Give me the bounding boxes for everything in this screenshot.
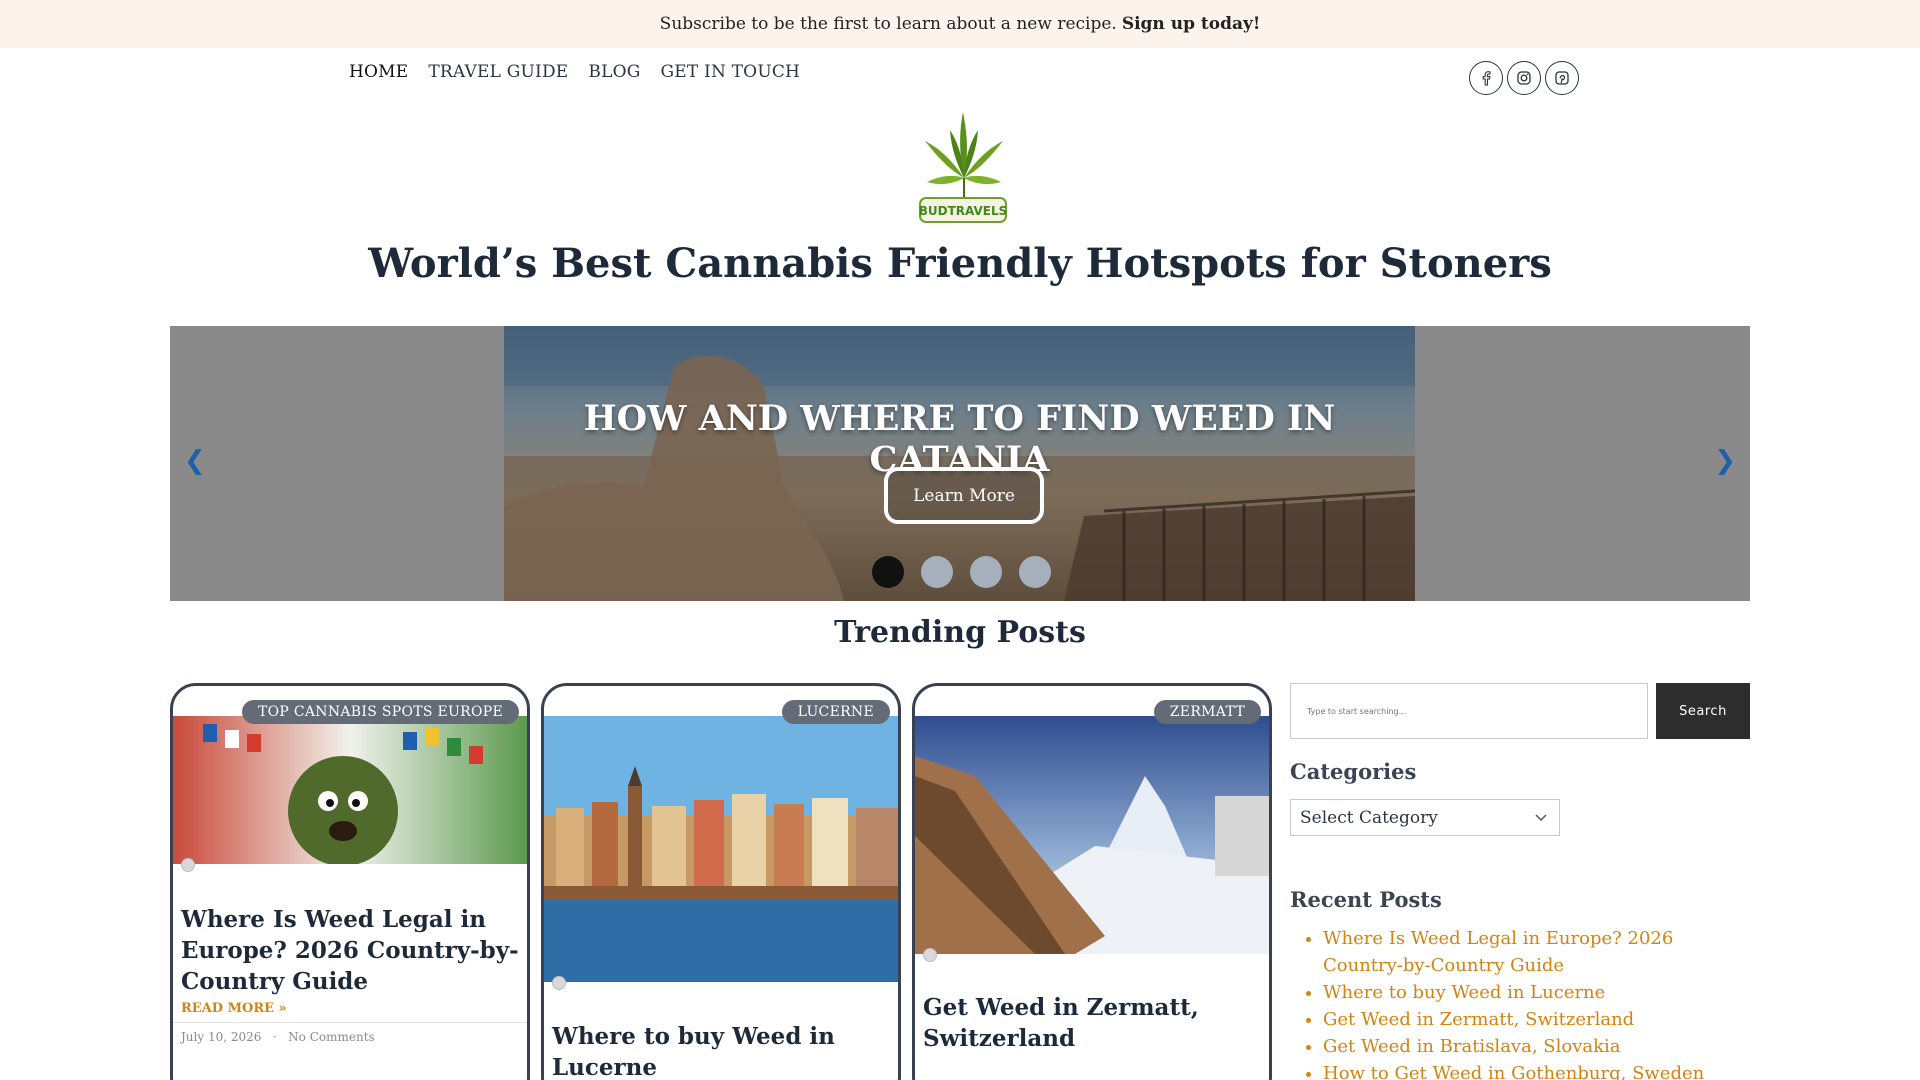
- category-badge[interactable]: TOP CANNABIS SPOTS EUROPE: [241, 700, 519, 724]
- pinterest-icon[interactable]: [1545, 61, 1579, 95]
- author-avatar[interactable]: [181, 858, 195, 872]
- search-button[interactable]: Search: [1656, 683, 1750, 739]
- chevron-down-icon: [1535, 814, 1547, 822]
- recent-post-link[interactable]: How to Get Weed in Gothenburg, Sweden: [1323, 1063, 1704, 1080]
- recent-post-item[interactable]: Get Weed in Zermatt, Switzerland: [1323, 1006, 1753, 1033]
- slider-next-icon[interactable]: ❯: [1714, 446, 1736, 476]
- slider-dot-2[interactable]: [921, 556, 953, 588]
- post-card[interactable]: TOP CANNABIS SPOTS EUROPE Where Is Weed …: [170, 683, 530, 1080]
- post-comments[interactable]: No Comments: [288, 1030, 375, 1044]
- main-nav: HOME TRAVEL GUIDE BLOG GET IN TOUCH: [349, 62, 800, 82]
- trending-heading: Trending Posts: [834, 615, 1086, 650]
- recent-post-item[interactable]: Where Is Weed Legal in Europe? 2026 Coun…: [1323, 925, 1753, 979]
- site-logo[interactable]: BUDTRAVELS: [917, 108, 1009, 232]
- post-image: [915, 716, 1269, 954]
- instagram-icon[interactable]: [1507, 61, 1541, 95]
- post-meta: July 10, 2026 · No Comments: [181, 1030, 375, 1044]
- category-badge[interactable]: ZERMATT: [1153, 700, 1261, 724]
- card-divider: [173, 1022, 527, 1023]
- recent-post-item[interactable]: Where to buy Weed in Lucerne: [1323, 979, 1753, 1006]
- site-title: World’s Best Cannabis Friendly Hotspots …: [368, 240, 1552, 287]
- recent-post-link[interactable]: Get Weed in Bratislava, Slovakia: [1323, 1036, 1620, 1057]
- announcement-bar: Subscribe to be the first to learn about…: [0, 0, 1920, 48]
- author-avatar[interactable]: [552, 976, 566, 990]
- search-input[interactable]: [1290, 683, 1648, 739]
- category-badge[interactable]: LUCERNE: [781, 700, 890, 724]
- post-image: [173, 716, 527, 864]
- nav-item-blog[interactable]: BLOG: [588, 62, 640, 82]
- recent-post-item[interactable]: Get Weed in Bratislava, Slovakia: [1323, 1033, 1753, 1060]
- post-title[interactable]: Get Weed in Zermatt, Switzerland: [923, 992, 1263, 1054]
- post-card[interactable]: LUCERNE Where to buy Weed in Lucerne: [541, 683, 901, 1080]
- post-title[interactable]: Where Is Weed Legal in Europe? 2026 Coun…: [181, 904, 521, 997]
- category-select[interactable]: Select Category: [1290, 799, 1560, 836]
- slide-image: HOW AND WHERE TO FIND WEED IN CATANIA Le…: [504, 326, 1415, 601]
- read-more-link[interactable]: READ MORE »: [181, 1001, 287, 1016]
- slider-dot-4[interactable]: [1019, 556, 1051, 588]
- category-select-value: Select Category: [1300, 807, 1438, 828]
- recent-post-link[interactable]: Where to buy Weed in Lucerne: [1323, 982, 1605, 1003]
- recent-posts-list: Where Is Weed Legal in Europe? 2026 Coun…: [1323, 925, 1753, 1080]
- slider-dot-1[interactable]: [872, 556, 904, 588]
- nav-item-home[interactable]: HOME: [349, 62, 408, 82]
- post-date: July 10, 2026: [181, 1030, 262, 1044]
- recent-post-item[interactable]: How to Get Weed in Gothenburg, Sweden: [1323, 1060, 1753, 1080]
- meta-separator: ·: [272, 1030, 277, 1044]
- hero-slider: HOW AND WHERE TO FIND WEED IN CATANIA Le…: [170, 326, 1750, 601]
- categories-title: Categories: [1290, 759, 1417, 784]
- slider-prev-icon[interactable]: ❮: [184, 446, 206, 476]
- nav-item-get-in-touch[interactable]: GET IN TOUCH: [661, 62, 801, 82]
- post-title[interactable]: Where to buy Weed in Lucerne: [552, 1021, 892, 1080]
- announcement-text: Subscribe to be the first to learn about…: [659, 14, 1117, 34]
- learn-more-button[interactable]: Learn More: [884, 467, 1044, 524]
- post-card[interactable]: ZERMATT Get Weed in Zermatt, Switzerland: [912, 683, 1272, 1080]
- author-avatar[interactable]: [923, 948, 937, 962]
- recent-post-link[interactable]: Get Weed in Zermatt, Switzerland: [1323, 1009, 1634, 1030]
- recent-posts-title: Recent Posts: [1290, 887, 1442, 912]
- social-links: [1469, 61, 1579, 95]
- signup-link[interactable]: Sign up today!: [1122, 14, 1261, 34]
- facebook-icon[interactable]: [1469, 61, 1503, 95]
- post-image: [544, 716, 898, 982]
- slider-dot-3[interactable]: [970, 556, 1002, 588]
- nav-item-travel-guide[interactable]: TRAVEL GUIDE: [428, 62, 568, 82]
- recent-post-link[interactable]: Where Is Weed Legal in Europe? 2026 Coun…: [1323, 928, 1673, 976]
- logo-text: BUDTRAVELS: [918, 204, 1008, 218]
- slider-dots: [872, 556, 1051, 588]
